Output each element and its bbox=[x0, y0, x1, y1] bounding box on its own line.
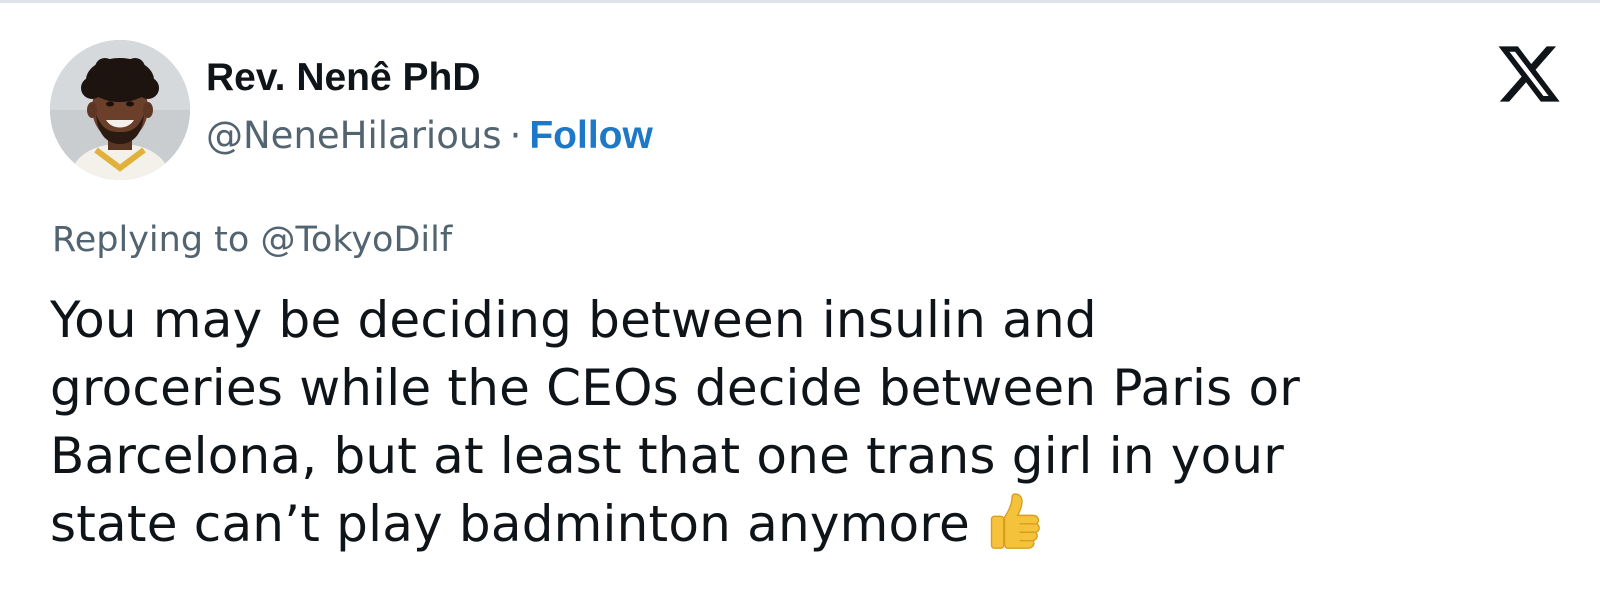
tweet-text-line: groceries while the CEOs decide between … bbox=[50, 359, 1301, 417]
meta-separator: · bbox=[509, 114, 522, 157]
author-meta: @NeneHilarious · Follow bbox=[206, 112, 653, 160]
x-logo-icon[interactable] bbox=[1495, 40, 1563, 108]
tweet-text-line: Barcelona, but at least that one trans g… bbox=[50, 427, 1285, 485]
tweet-text-line: state can’t play badminton anymore bbox=[50, 495, 970, 553]
tweet-text: You may be deciding between insulin and … bbox=[50, 286, 1570, 558]
thumbs-up-icon bbox=[990, 493, 1040, 549]
tweet-card: Rev. Nenê PhD @NeneHilarious · Follow Repl… bbox=[0, 0, 1600, 589]
author-name[interactable]: Rev. Nenê PhD bbox=[206, 54, 481, 102]
replying-to: Replying to @TokyoDilf bbox=[52, 217, 452, 263]
tweet-text-line-last: state can’t play badminton anymore bbox=[50, 490, 1570, 558]
replying-prefix: Replying to bbox=[52, 220, 250, 260]
avatar-image bbox=[50, 40, 190, 180]
author-handle[interactable]: @NeneHilarious bbox=[206, 114, 502, 157]
follow-button[interactable]: Follow bbox=[529, 114, 652, 157]
tweet-text-line: You may be deciding between insulin and bbox=[50, 291, 1097, 349]
avatar[interactable] bbox=[50, 40, 190, 180]
replying-mention[interactable]: @TokyoDilf bbox=[260, 220, 452, 260]
